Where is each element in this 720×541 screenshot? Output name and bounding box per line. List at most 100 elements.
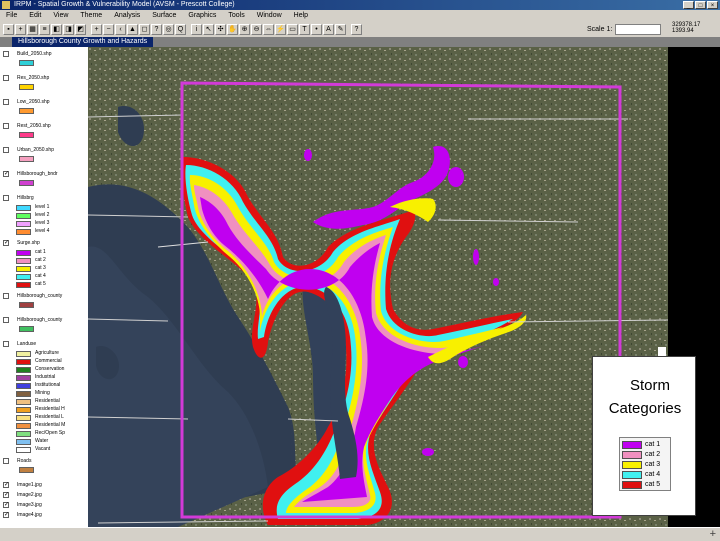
find-icon[interactable]: ?	[151, 23, 162, 35]
zoom-out-tool-icon[interactable]: ⊖	[251, 23, 262, 35]
help-tool-icon[interactable]: ?	[351, 23, 362, 35]
layer-class: Industrial	[16, 374, 86, 382]
zoom-in-tool-icon[interactable]: ⊕	[239, 23, 250, 35]
class-label: Agriculture	[35, 350, 59, 356]
surge-patch	[473, 249, 479, 265]
menu-view[interactable]: View	[47, 10, 74, 22]
layer-class: Mining	[16, 390, 86, 398]
legend-swatch	[622, 441, 642, 449]
locate-icon[interactable]: ◎	[163, 23, 174, 35]
layer-name: Image4.jpg	[17, 512, 42, 518]
pointer-icon[interactable]: ↖	[203, 23, 214, 35]
draw-tool-icon[interactable]: •	[311, 23, 322, 35]
class-swatch	[16, 266, 31, 272]
menu-tools[interactable]: Tools	[222, 10, 250, 22]
scale-control: Scale 1:	[587, 24, 662, 35]
clear-selection-icon[interactable]: ◻	[139, 23, 150, 35]
query-icon[interactable]: Q	[175, 23, 186, 35]
map-canvas[interactable]	[88, 47, 668, 527]
layer-name: Low_2050.shp	[17, 99, 50, 105]
scale-input[interactable]	[615, 24, 662, 35]
close-button[interactable]: ×	[707, 1, 718, 9]
menu-graphics[interactable]: Graphics	[182, 10, 222, 22]
layer-class: cat 1	[16, 249, 86, 257]
save-icon[interactable]: ▪	[3, 23, 14, 35]
class-swatch	[16, 439, 31, 445]
layer-visibility-checkbox[interactable]	[3, 147, 9, 153]
layer-name: Roads	[17, 458, 32, 464]
add-theme-icon[interactable]: +	[15, 23, 26, 35]
layer-visibility-checkbox[interactable]	[3, 317, 9, 323]
layer-visibility-checkbox[interactable]	[3, 195, 9, 201]
area-select-icon[interactable]: ▭	[287, 23, 298, 35]
zoom-full-icon[interactable]: ◧	[51, 23, 62, 35]
layer-visibility-checkbox[interactable]: ✓	[3, 482, 9, 488]
class-label: cat 4	[35, 273, 46, 279]
zoom-selected-icon[interactable]: ◩	[75, 23, 86, 35]
class-swatch	[16, 258, 31, 264]
label-tool-icon[interactable]: A	[323, 23, 334, 35]
legend-label: cat 4	[645, 471, 661, 478]
measure-icon[interactable]: ⇔	[263, 23, 274, 35]
layer-visibility-checkbox[interactable]	[3, 458, 9, 464]
legend-label: cat 3	[645, 461, 661, 468]
zoom-active-icon[interactable]: ◨	[63, 23, 74, 35]
zoom-in-icon[interactable]: +	[91, 23, 102, 35]
layer-symbol-swatch	[19, 132, 34, 138]
layer-visibility-checkbox[interactable]: ✓	[3, 240, 9, 246]
class-label: Residential	[35, 398, 60, 404]
menu-analysis[interactable]: Analysis	[108, 10, 146, 22]
menu-window[interactable]: Window	[251, 10, 288, 22]
menu-surface[interactable]: Surface	[146, 10, 182, 22]
layer-visibility-checkbox[interactable]: ✓	[3, 171, 9, 177]
layer-name: Hillsbrg	[17, 195, 34, 201]
table-icon[interactable]: ▦	[27, 23, 38, 35]
layer-visibility-checkbox[interactable]	[3, 293, 9, 299]
menu-help[interactable]: Help	[288, 10, 314, 22]
layer-class: Residential L	[16, 414, 86, 422]
layer-symbol-swatch	[19, 60, 34, 66]
hotlink-icon[interactable]: ⚡	[275, 23, 286, 35]
layer-visibility-checkbox[interactable]: ✓	[3, 512, 9, 518]
layer-class: cat 5	[16, 281, 86, 289]
layer-visibility-checkbox[interactable]	[3, 99, 9, 105]
select-feature-icon[interactable]: ▲	[127, 23, 138, 35]
legend-icon[interactable]: ≡	[39, 23, 50, 35]
zoom-out-icon[interactable]: −	[103, 23, 114, 35]
class-label: Vacant	[35, 446, 51, 452]
snap-icon[interactable]: ✎	[335, 23, 346, 35]
pan-icon[interactable]: ✋	[227, 23, 238, 35]
layer-class: Agriculture	[16, 350, 86, 358]
layer-name: Image1.jpg	[17, 482, 42, 488]
layer-visibility-checkbox[interactable]: ✓	[3, 502, 9, 508]
vertex-edit-icon[interactable]: ✣	[215, 23, 226, 35]
layer-symbol-swatch	[19, 156, 34, 162]
text-tool-icon[interactable]: T	[299, 23, 310, 35]
identify-icon[interactable]: i	[191, 23, 202, 35]
map-view[interactable]	[88, 47, 668, 527]
previous-extent-icon[interactable]: ‹	[115, 23, 126, 35]
status-bar: +	[0, 527, 720, 541]
layer-class: Commercial	[16, 358, 86, 366]
menu-theme[interactable]: Theme	[74, 10, 108, 22]
layer-visibility-checkbox[interactable]	[3, 341, 9, 347]
class-swatch	[16, 423, 31, 429]
layer-name: Surge.shp	[17, 240, 40, 246]
plus-icon: +	[709, 528, 716, 540]
layer-visibility-checkbox[interactable]: ✓	[3, 492, 9, 498]
layer-name: Image2.jpg	[17, 492, 42, 498]
class-label: Rec/Open Sp	[35, 430, 66, 436]
menu-edit[interactable]: Edit	[23, 10, 47, 22]
minimize-button[interactable]: _	[683, 1, 694, 9]
class-label: Institutional	[35, 382, 61, 388]
layer-visibility-checkbox[interactable]	[3, 75, 9, 81]
maximize-button[interactable]: □	[695, 1, 706, 9]
layer-visibility-checkbox[interactable]	[3, 51, 9, 57]
table-of-contents: Build_2050.shp Res_2050.shp Low_2050.shp Re…	[0, 47, 89, 540]
menu-file[interactable]: File	[0, 10, 23, 22]
class-label: Conservation	[35, 366, 65, 372]
legend-row: cat 1	[622, 440, 670, 450]
layer-visibility-checkbox[interactable]	[3, 123, 9, 129]
layer-class: level 3	[16, 220, 86, 228]
class-swatch	[16, 391, 31, 397]
